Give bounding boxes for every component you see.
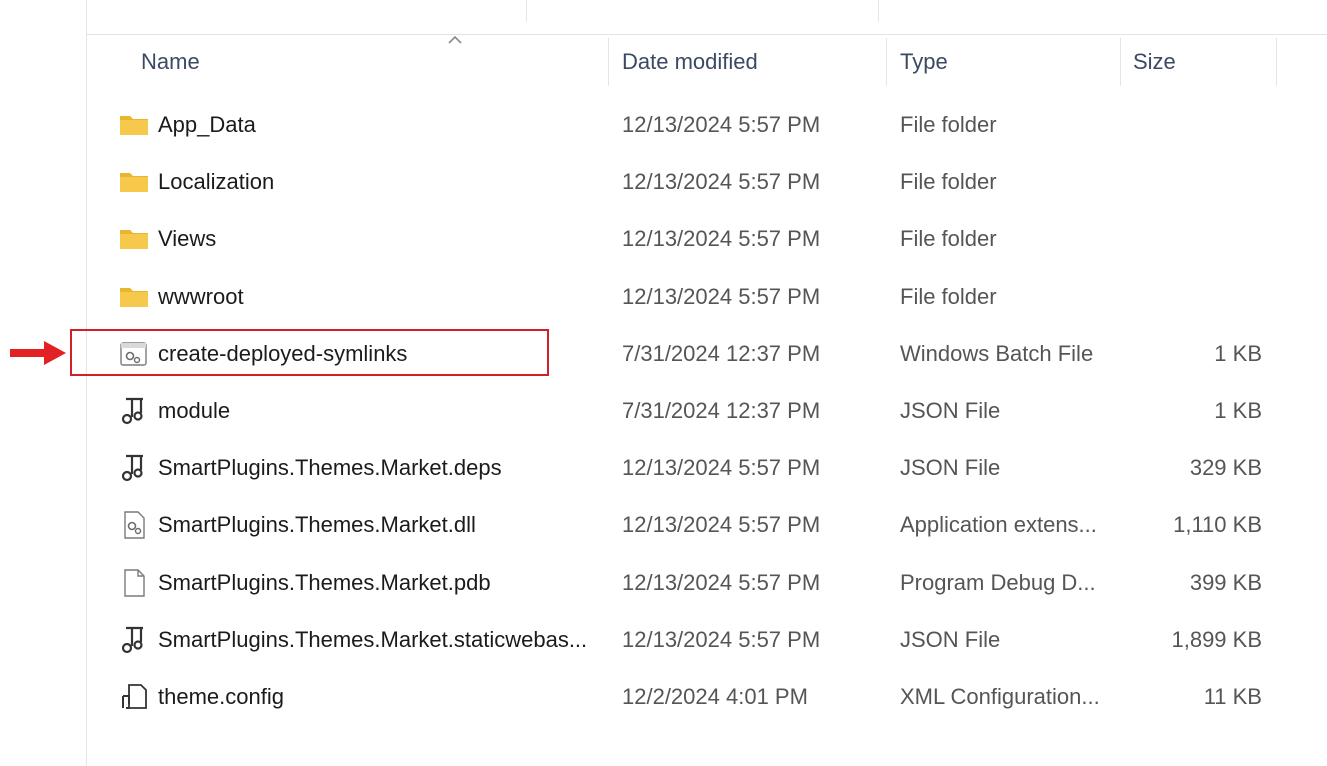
file-row[interactable]: wwwroot 12/13/2024 5:57 PM File folder	[87, 268, 1327, 325]
file-row[interactable]: SmartPlugins.Themes.Market.pdb 12/13/2024…	[87, 554, 1327, 611]
file-row[interactable]: SmartPlugins.Themes.Market.staticwebas..…	[87, 611, 1327, 668]
column-header-date-modified[interactable]: Date modified	[622, 36, 882, 88]
file-type: File folder	[900, 226, 997, 252]
file-row[interactable]: SmartPlugins.Themes.Market.dll 12/13/2024…	[87, 496, 1327, 553]
dll-file-icon	[119, 510, 149, 540]
file-size: 1,899 KB	[1171, 626, 1262, 652]
column-divider[interactable]	[886, 38, 887, 86]
file-name: SmartPlugins.Themes.Market.pdb	[158, 569, 491, 595]
file-type: Application extens...	[900, 512, 1097, 538]
file-type: JSON File	[900, 455, 1001, 481]
toolbar-segment	[86, 0, 527, 22]
toolbar-strip	[86, 0, 1327, 35]
file-date-modified: 12/13/2024 5:57 PM	[622, 626, 821, 652]
file-size	[1117, 210, 1262, 267]
blank-file-icon	[119, 568, 149, 598]
folder-icon	[119, 282, 149, 312]
column-header-size[interactable]: Size	[1133, 36, 1273, 88]
file-size: 1 KB	[1214, 340, 1262, 366]
file-date-modified: 12/13/2024 5:57 PM	[622, 226, 821, 252]
file-name: SmartPlugins.Themes.Market.dll	[158, 512, 476, 538]
column-header-row: Name Date modified Type Size	[87, 35, 1327, 88]
file-date-modified: 12/13/2024 5:57 PM	[622, 512, 821, 538]
folder-icon	[119, 224, 149, 254]
column-header-name[interactable]: Name	[141, 36, 601, 88]
file-size	[1117, 96, 1262, 153]
file-name: App_Data	[158, 112, 256, 137]
file-type: File folder	[900, 283, 997, 309]
file-row[interactable]: module 7/31/2024 12:37 PM JSON File 1 KB	[87, 382, 1327, 439]
file-date-modified: 12/2/2024 4:01 PM	[622, 684, 808, 709]
file-date-modified: 12/13/2024 5:57 PM	[622, 169, 821, 195]
file-type: File folder	[900, 112, 997, 137]
file-size	[1117, 153, 1262, 210]
column-header-type[interactable]: Type	[900, 36, 1120, 88]
file-row[interactable]: SmartPlugins.Themes.Market.deps 12/13/202…	[87, 439, 1327, 496]
highlight-box	[70, 329, 549, 376]
file-type: JSON File	[900, 398, 1001, 423]
file-date-modified: 12/13/2024 5:57 PM	[622, 283, 821, 309]
column-divider[interactable]	[608, 38, 609, 86]
file-row[interactable]: App_Data 12/13/2024 5:57 PM File folder	[87, 96, 1327, 153]
file-type: Windows Batch File	[900, 340, 1094, 366]
file-type: JSON File	[900, 626, 1001, 652]
config-file-icon	[119, 682, 149, 712]
file-name: module	[158, 398, 231, 423]
json-file-icon	[119, 396, 149, 426]
file-name: Views	[158, 226, 217, 252]
file-type: File folder	[900, 169, 997, 195]
file-size: 399 KB	[1189, 569, 1262, 595]
file-size: 1 KB	[1214, 398, 1262, 423]
file-size: 329 KB	[1189, 455, 1262, 481]
json-file-icon	[119, 453, 149, 483]
file-name: Localization	[158, 169, 275, 195]
file-size: 11 KB	[1203, 684, 1262, 709]
file-date-modified: 7/31/2024 12:37 PM	[622, 398, 821, 423]
file-explorer-window: Name Date modified Type Size App_Data 12/…	[0, 0, 1327, 766]
file-type: XML Configuration...	[900, 684, 1100, 709]
file-type: Program Debug D...	[900, 569, 1096, 595]
file-name: SmartPlugins.Themes.Market.staticwebas..…	[158, 626, 588, 652]
file-row[interactable]: Localization 12/13/2024 5:57 PM File folde…	[87, 153, 1327, 210]
file-name: theme.config	[158, 684, 284, 709]
file-row[interactable]: theme.config 12/2/2024 4:01 PM XML Configu…	[87, 668, 1327, 725]
file-date-modified: 7/31/2024 12:37 PM	[622, 340, 821, 366]
file-date-modified: 12/13/2024 5:57 PM	[622, 112, 821, 137]
json-file-icon	[119, 625, 149, 655]
folder-icon	[119, 167, 149, 197]
file-size	[1117, 268, 1262, 325]
file-name: wwwroot	[158, 283, 244, 309]
column-divider[interactable]	[1276, 38, 1277, 86]
column-divider[interactable]	[1120, 38, 1121, 86]
file-size: 1,110 KB	[1173, 512, 1262, 538]
arrow-right-icon	[10, 341, 66, 365]
file-date-modified: 12/13/2024 5:57 PM	[622, 455, 821, 481]
file-row[interactable]: Views 12/13/2024 5:57 PM File folder	[87, 210, 1327, 267]
file-name: SmartPlugins.Themes.Market.deps	[158, 455, 502, 481]
file-date-modified: 12/13/2024 5:57 PM	[622, 569, 821, 595]
toolbar-segment	[526, 0, 879, 22]
folder-icon	[119, 110, 149, 140]
